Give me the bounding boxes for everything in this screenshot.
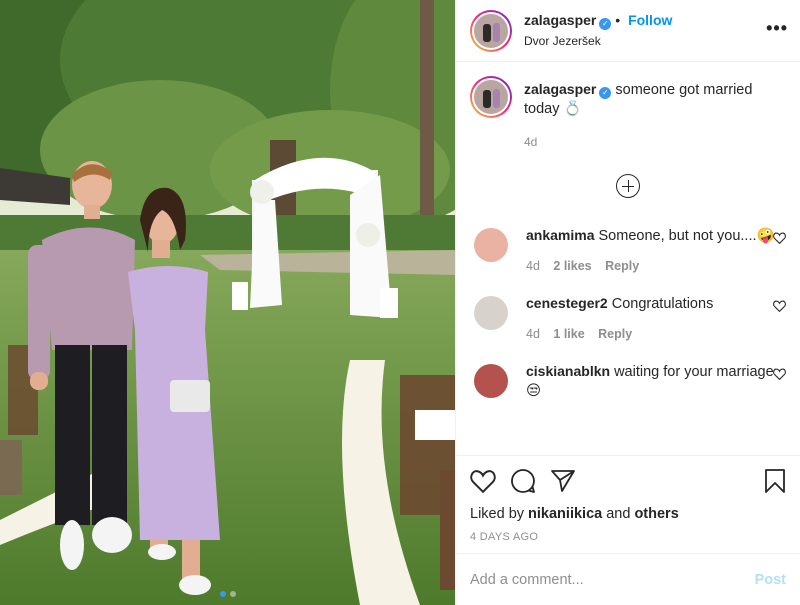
liked-by-text: Liked by nikaniikica and others (470, 506, 786, 522)
carousel-dot (229, 591, 236, 597)
comment-username[interactable]: cenesteger2 (526, 295, 608, 311)
reply-button[interactable]: Reply (598, 327, 632, 341)
more-options-icon[interactable]: ••• (766, 18, 788, 39)
follow-button[interactable]: Follow (628, 12, 672, 28)
author-info: zalagasper ✓ • Follow Dvor Jezeršek (524, 11, 672, 50)
comment-content: ciskianablkn waiting for your marriage😒 (526, 362, 776, 401)
comment-item: ankamima Someone, but not you....🤪 4d 2 … (470, 226, 786, 276)
add-comment-input[interactable] (470, 571, 755, 588)
liked-by-prefix: Liked by (470, 506, 529, 522)
header-separator: • (615, 12, 621, 28)
commenter-avatar[interactable] (474, 364, 508, 398)
author-avatar[interactable] (470, 9, 512, 52)
add-comment-bar: Post (456, 553, 800, 605)
post-comment-button[interactable]: Post (755, 572, 786, 588)
comment-bubble-icon[interactable] (510, 468, 536, 494)
post-location[interactable]: Dvor Jezeršek (524, 32, 672, 50)
caption-text-wrapper: zalagasper ✓ someone got married today 💍 … (524, 76, 774, 152)
caption-age[interactable]: 4d (524, 133, 774, 152)
like-comment-heart-icon[interactable] (773, 300, 786, 312)
plus-circle-icon (616, 174, 640, 198)
post-actions: Liked by nikaniikica and others 4 DAYS A… (456, 455, 800, 553)
verified-badge-icon: ✓ (599, 87, 612, 99)
comment-likes[interactable]: 2 likes (553, 259, 591, 273)
post-side-panel: zalagasper ✓ • Follow Dvor Jezeršek ••• z… (455, 0, 800, 605)
comment-item: cenesteger2 Congratulations 4d 1 like Re… (470, 294, 786, 344)
liked-by-mid: and (602, 506, 635, 522)
save-bookmark-icon[interactable] (764, 468, 786, 494)
comment-content: ankamima Someone, but not you....🤪 4d 2 … (526, 226, 776, 276)
liked-by-others[interactable]: others (634, 506, 678, 522)
carousel-indicator (0, 591, 455, 597)
verified-badge-icon: ✓ (599, 18, 612, 30)
carousel-dot (219, 591, 226, 597)
comment-username[interactable]: ankamima (526, 227, 594, 243)
author-username[interactable]: zalagasper (524, 12, 596, 28)
action-icons-row (470, 466, 786, 496)
post-timestamp[interactable]: 4 DAYS AGO (470, 531, 786, 543)
like-comment-heart-icon[interactable] (773, 232, 786, 244)
comment-age[interactable]: 4d (526, 327, 540, 341)
like-comment-heart-icon[interactable] (773, 368, 786, 380)
like-heart-icon[interactable] (470, 469, 496, 493)
comment-age[interactable]: 4d (526, 259, 540, 273)
comment-likes[interactable]: 1 like (553, 327, 584, 341)
comment-text: Congratulations (611, 296, 714, 312)
caption-username[interactable]: zalagasper (524, 81, 596, 97)
comments-area: zalagasper ✓ someone got married today 💍 … (456, 62, 800, 455)
commenter-avatar[interactable] (474, 228, 508, 262)
caption-block: zalagasper ✓ someone got married today 💍 … (470, 76, 786, 152)
comment-item: ciskianablkn waiting for your marriage😒 (470, 362, 786, 401)
load-more-comments-button[interactable] (470, 174, 786, 198)
share-paper-plane-icon[interactable] (550, 469, 576, 493)
post-photo[interactable] (0, 0, 455, 605)
comment-meta: 4d 1 like Reply (526, 325, 776, 344)
comment-text: Someone, but not you....🤪 (598, 228, 775, 244)
comment-content: cenesteger2 Congratulations 4d 1 like Re… (526, 294, 776, 344)
comment-meta: 4d 2 likes Reply (526, 257, 776, 276)
liked-by-user[interactable]: nikaniikica (528, 506, 602, 522)
reply-button[interactable]: Reply (605, 259, 639, 273)
post-modal: zalagasper ✓ • Follow Dvor Jezeršek ••• z… (0, 0, 800, 605)
comment-username[interactable]: ciskianablkn (526, 363, 610, 379)
commenter-avatar[interactable] (474, 296, 508, 330)
post-header: zalagasper ✓ • Follow Dvor Jezeršek ••• (456, 0, 800, 62)
wedding-photo-illustration (0, 0, 455, 605)
caption-author-avatar[interactable] (470, 76, 512, 118)
